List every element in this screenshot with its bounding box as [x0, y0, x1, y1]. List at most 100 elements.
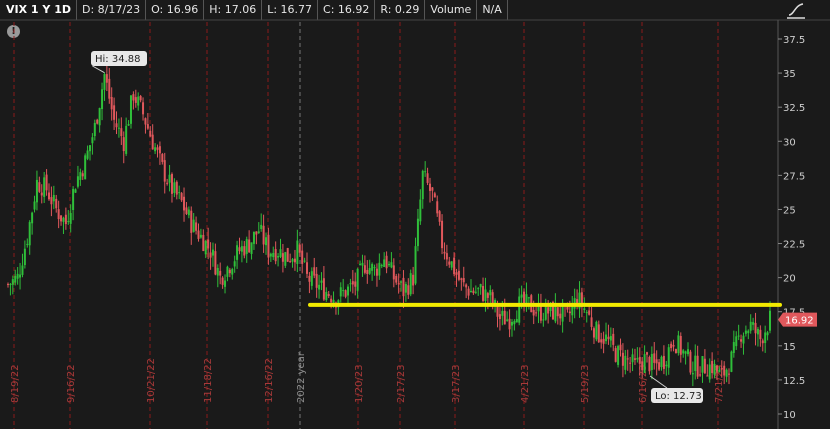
x-tick-label: 12/16/22: [264, 358, 275, 403]
candle-body: [469, 290, 472, 293]
candle-body: [74, 189, 77, 193]
candle-body: [397, 283, 400, 285]
candle-body: [414, 246, 417, 284]
candle-body: [154, 147, 157, 152]
y-tick-label: 12.5: [783, 376, 805, 387]
candle-body: [670, 343, 673, 349]
candle-body: [395, 275, 398, 283]
candle-body: [402, 277, 405, 297]
candle-body: [523, 291, 526, 305]
candle-body: [318, 284, 321, 290]
candle-body: [178, 192, 181, 194]
candle-body: [643, 354, 646, 373]
candle-body: [629, 362, 632, 364]
candle-body: [257, 231, 260, 233]
candle-body: [718, 369, 721, 373]
candle-body: [409, 273, 412, 295]
candle-body: [706, 375, 709, 377]
candle-body: [605, 334, 608, 342]
candle-body: [754, 322, 757, 334]
candle-body: [711, 360, 714, 374]
candle-body: [682, 350, 685, 354]
candle-body: [168, 174, 171, 183]
candle-body: [404, 284, 407, 293]
candle-body: [453, 257, 456, 275]
candle-body: [744, 330, 747, 334]
candle-body: [361, 262, 364, 266]
candle-body: [284, 252, 287, 266]
candle-body: [76, 176, 79, 187]
candle-body: [612, 333, 615, 345]
candle-body: [583, 308, 586, 311]
candle-body: [117, 127, 120, 129]
candle-body: [38, 182, 41, 192]
candle-body: [687, 349, 690, 355]
candle-body: [281, 253, 284, 262]
candle-body: [513, 321, 516, 325]
candle-body: [43, 177, 46, 197]
candle-body: [592, 328, 595, 338]
candle-body: [233, 261, 236, 267]
candle-body: [407, 285, 410, 295]
candle-body: [491, 292, 494, 305]
candle-body: [375, 268, 378, 276]
candle-body: [426, 173, 429, 183]
candle-body: [602, 338, 605, 344]
candle-body: [245, 239, 248, 254]
candle-body: [759, 329, 762, 340]
candle-body: [653, 353, 656, 363]
candle-body: [354, 281, 357, 287]
price-chart: 8/19/22 9/16/22 10/21/22 11/18/22 12/16/22 20…: [0, 19, 830, 429]
candle-body: [84, 155, 87, 180]
candle-body: [139, 96, 142, 101]
candle-body: [202, 234, 205, 252]
candle-body: [636, 358, 639, 360]
candle-body: [310, 271, 313, 286]
candle-body: [161, 154, 164, 162]
candle-body: [303, 260, 306, 262]
candle-body: [694, 355, 697, 371]
candle-body: [190, 210, 193, 233]
candle-body: [269, 253, 272, 257]
candle-body: [93, 122, 96, 137]
candle-body: [366, 269, 369, 275]
candle-body: [699, 374, 702, 376]
candle-body: [301, 250, 304, 264]
x-tick-label: 5/19/23: [580, 364, 591, 403]
candle-body: [419, 199, 422, 222]
candle-body: [554, 304, 557, 322]
candle-body: [163, 160, 166, 182]
candle-body: [472, 290, 475, 294]
candle-body: [752, 322, 755, 325]
candle-body: [120, 128, 123, 137]
candle-body: [559, 313, 562, 319]
candle-body: [23, 248, 26, 266]
candle-body: [498, 314, 501, 320]
x-tick-label: 2/17/23: [396, 364, 407, 403]
candle-body: [272, 252, 275, 258]
candle-body: [518, 296, 521, 323]
y-tick-label: 27.5: [783, 171, 805, 182]
candle-body: [390, 262, 393, 268]
candle-body: [265, 237, 268, 246]
y-tick-label: 22.5: [783, 240, 805, 251]
candle-body: [510, 321, 513, 326]
candle-body: [701, 356, 704, 373]
candle-body: [460, 278, 463, 280]
candle-body: [240, 246, 243, 252]
candle-body: [467, 288, 470, 296]
candle-body: [626, 358, 629, 360]
candle-body: [691, 373, 694, 375]
candle-body: [250, 242, 253, 254]
candle-body: [207, 239, 210, 249]
x-tick-label: 4/21/23: [520, 364, 531, 403]
candle-body: [597, 324, 600, 343]
x-tick-label: 8/19/22: [10, 364, 21, 403]
candle-body: [192, 219, 195, 232]
candle-body: [363, 265, 366, 273]
candle-body: [648, 356, 651, 372]
candle-body: [216, 267, 219, 276]
candle-body: [298, 244, 301, 253]
candle-body: [747, 330, 750, 334]
candle-body: [252, 231, 255, 244]
